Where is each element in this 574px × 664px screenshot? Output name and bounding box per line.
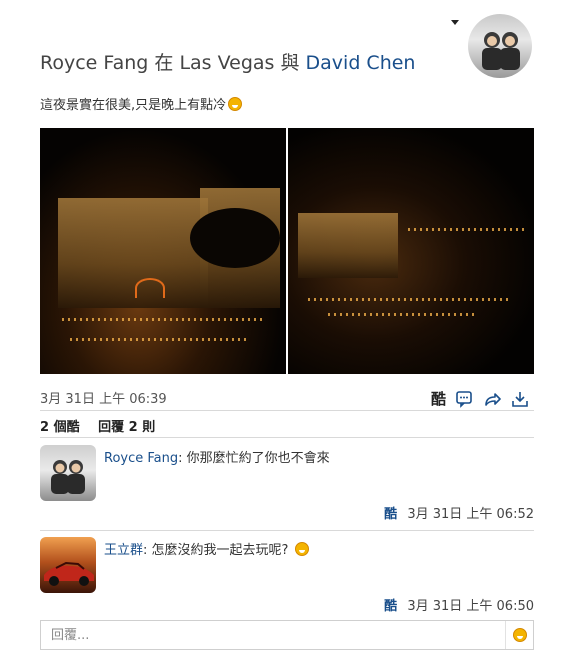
comment-item: Royce Fang: 你那麼忙約了你也不會來 酷 3月 31日 上午 06:5… xyxy=(40,445,534,525)
tagged-user-link[interactable]: David Chen xyxy=(306,52,416,74)
comment-text: 怎麼沒約我一起去玩呢? xyxy=(151,543,289,558)
reply-count-link[interactable]: 回覆 2 則 xyxy=(98,420,155,435)
author-avatar[interactable] xyxy=(468,14,532,78)
location-link[interactable]: Las Vegas xyxy=(179,52,274,74)
comment-footer: 酷 3月 31日 上午 06:50 xyxy=(384,595,534,614)
with-connector: 與 xyxy=(280,52,300,74)
comment-body: 王立群: 怎麼沒約我一起去玩呢? xyxy=(104,539,309,558)
comment-like-button[interactable]: 酷 xyxy=(384,599,397,614)
commenter-name-link[interactable]: Royce Fang xyxy=(104,451,178,466)
like-button[interactable]: 酷 xyxy=(431,388,446,409)
comment-body: Royce Fang: 你那麼忙約了你也不會來 xyxy=(104,447,330,466)
like-count-link[interactable]: 2 個酷 xyxy=(40,420,80,435)
post-status: 這夜景實在很美,只是晚上有點冷 xyxy=(40,94,243,113)
comment-separator: : xyxy=(143,543,148,558)
comment-item: 王立群: 怎麼沒約我一起去玩呢? 酷 3月 31日 上午 06:50 xyxy=(40,537,534,617)
reply-box xyxy=(40,620,534,650)
post-actions: 酷 xyxy=(431,388,530,409)
commenter-avatar[interactable] xyxy=(40,537,96,593)
location-connector: 在 xyxy=(154,52,174,74)
comment-footer: 酷 3月 31日 上午 06:52 xyxy=(384,503,534,522)
smile-emoji-icon xyxy=(512,628,527,642)
post-card: Royce Fang 在 Las Vegas 與 David Chen 這夜景實… xyxy=(40,0,534,664)
smile-emoji-icon xyxy=(228,97,243,111)
post-header: Royce Fang 在 Las Vegas 與 David Chen xyxy=(40,48,415,75)
post-meta-row: 3月 31日 上午 06:39 酷 xyxy=(40,388,534,410)
divider xyxy=(40,437,534,438)
comment-icon[interactable] xyxy=(454,389,474,409)
comment-like-button[interactable]: 酷 xyxy=(384,507,397,522)
smile-emoji-icon xyxy=(294,542,309,556)
photo-city-skyline[interactable] xyxy=(288,128,534,374)
share-icon[interactable] xyxy=(482,389,502,409)
download-icon[interactable] xyxy=(510,389,530,409)
comment-text: 你那麼忙約了你也不會來 xyxy=(186,451,330,466)
status-text: 這夜景實在很美,只是晚上有點冷 xyxy=(40,98,227,113)
post-timestamp[interactable]: 3月 31日 上午 06:39 xyxy=(40,392,167,407)
post-stats: 2 個酷 回覆 2 則 xyxy=(40,416,169,435)
comment-timestamp[interactable]: 3月 31日 上午 06:50 xyxy=(407,599,534,614)
post-menu-caret-icon[interactable] xyxy=(451,20,459,25)
photo-casino-night[interactable] xyxy=(40,128,286,374)
photo-grid xyxy=(40,128,534,374)
divider xyxy=(40,530,534,531)
author-name-link[interactable]: Royce Fang xyxy=(40,52,148,74)
comment-separator: : xyxy=(178,451,183,466)
reply-input[interactable] xyxy=(41,621,507,649)
emoji-picker-button[interactable] xyxy=(505,621,533,649)
commenter-name-link[interactable]: 王立群 xyxy=(104,543,143,558)
divider xyxy=(40,410,534,411)
comment-timestamp[interactable]: 3月 31日 上午 06:52 xyxy=(407,507,534,522)
commenter-avatar[interactable] xyxy=(40,445,96,501)
